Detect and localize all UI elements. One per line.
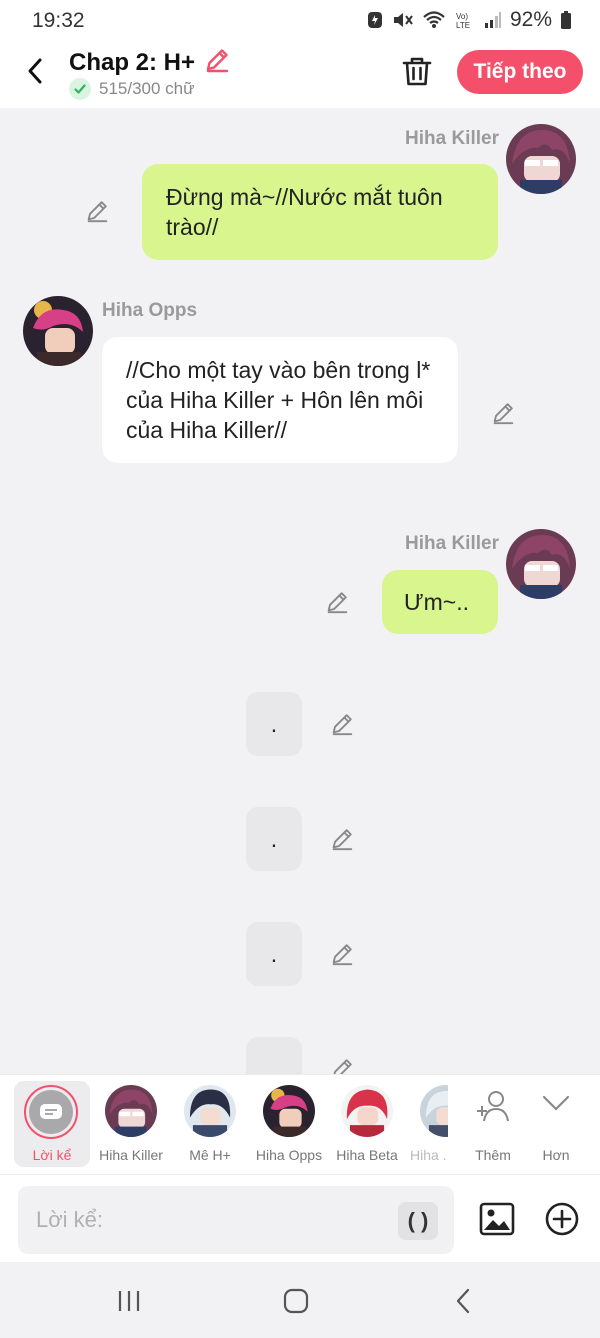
image-icon bbox=[479, 1202, 515, 1236]
volte-icon: Vo)LTE bbox=[456, 12, 470, 30]
title-row: Chap 2: H+ bbox=[69, 46, 231, 79]
edit-title-button[interactable] bbox=[203, 46, 231, 79]
add-button[interactable] bbox=[544, 1201, 580, 1237]
narration-bubble[interactable]: . bbox=[246, 1037, 302, 1074]
speaker-name: Hiha Killer bbox=[405, 533, 499, 554]
avatar bbox=[341, 1085, 393, 1137]
pencil-icon bbox=[493, 403, 514, 425]
chat-area[interactable]: Hiha Killer Đừng mà~//Nước mắt tuôn trào… bbox=[0, 108, 600, 1074]
status-time: 19:32 bbox=[32, 9, 85, 32]
narrator-tab[interactable]: Lời kể bbox=[14, 1081, 90, 1167]
chat-bubble-icon bbox=[40, 1104, 62, 1119]
character-hiha-opps[interactable]: Hiha Opps bbox=[250, 1075, 328, 1175]
more-label: Hơn bbox=[542, 1147, 570, 1163]
edit-message-button[interactable] bbox=[84, 198, 110, 224]
battery-icon bbox=[561, 11, 571, 29]
system-back-button[interactable] bbox=[450, 1287, 478, 1315]
character-label: Hiha Killer bbox=[99, 1147, 163, 1163]
data-saver-icon bbox=[367, 12, 382, 28]
avatar bbox=[420, 1085, 448, 1137]
edit-message-button[interactable] bbox=[329, 826, 355, 852]
pencil-icon bbox=[332, 714, 353, 736]
home-button[interactable] bbox=[282, 1287, 310, 1315]
trash-icon bbox=[402, 57, 432, 86]
avatar bbox=[263, 1085, 315, 1137]
edit-message-button[interactable] bbox=[329, 1056, 355, 1074]
wifi-icon bbox=[423, 11, 445, 28]
chevron-down-icon bbox=[542, 1095, 570, 1111]
edit-message-button[interactable] bbox=[329, 941, 355, 967]
character-me-h[interactable]: Mê H+ bbox=[171, 1075, 249, 1175]
narration-bubble[interactable]: . bbox=[246, 692, 302, 756]
svg-text:Vo): Vo) bbox=[456, 12, 468, 21]
action-parentheses-button[interactable]: ( ) bbox=[398, 1202, 438, 1240]
message-bubble[interactable]: Đừng mà~//Nước mắt tuôn trào// bbox=[142, 164, 498, 260]
recents-button[interactable] bbox=[115, 1287, 143, 1315]
edit-message-button[interactable] bbox=[329, 711, 355, 737]
speaker-name: Hiha Opps bbox=[102, 300, 198, 321]
image-button[interactable] bbox=[479, 1201, 515, 1237]
avatar bbox=[105, 1085, 157, 1137]
message-bubble[interactable]: Ưm~.. bbox=[382, 570, 498, 634]
pencil-icon bbox=[332, 944, 353, 966]
chapter-title: Chap 2: H+ bbox=[69, 48, 196, 76]
header: Chap 2: H+ 515/300 chữ Tiếp theo bbox=[0, 40, 600, 108]
character-hiha-beta[interactable]: Hiha Beta bbox=[328, 1075, 406, 1175]
home-icon bbox=[283, 1288, 309, 1314]
edit-message-button[interactable] bbox=[324, 589, 350, 615]
chevron-left-icon bbox=[28, 58, 42, 84]
pencil-icon bbox=[87, 201, 108, 223]
check-icon bbox=[69, 78, 91, 100]
pencil-icon bbox=[332, 829, 353, 851]
avatar[interactable] bbox=[23, 296, 93, 366]
narrator-label: Lời kể bbox=[32, 1147, 72, 1163]
back-button[interactable] bbox=[18, 54, 52, 88]
character-bar: Lời kể Hiha Killer Mê H+ Hiha Opps Hiha … bbox=[0, 1074, 600, 1174]
character-label: Hiha Beta bbox=[336, 1147, 398, 1163]
composer: ( ) bbox=[0, 1174, 600, 1262]
system-nav-bar bbox=[0, 1262, 600, 1338]
add-person-icon bbox=[477, 1091, 509, 1122]
battery-percent: 92% bbox=[509, 8, 552, 31]
svg-text:LTE: LTE bbox=[456, 21, 470, 30]
message-bubble[interactable]: //Cho một tay vào bên trong l* của Hiha … bbox=[102, 337, 458, 463]
status-bar: 19:32 Vo) LTE 92% bbox=[0, 0, 600, 40]
recents-icon bbox=[118, 1291, 140, 1311]
mute-icon bbox=[393, 13, 413, 27]
status-icons: Vo) LTE 92% bbox=[366, 8, 572, 32]
more-characters-button[interactable]: Hơn bbox=[517, 1075, 595, 1175]
edit-message-button[interactable] bbox=[490, 400, 516, 426]
character-hiha-killer[interactable]: Hiha Killer bbox=[92, 1075, 170, 1175]
character-label: Mê H+ bbox=[189, 1147, 231, 1163]
plus-circle-icon bbox=[545, 1202, 579, 1236]
narration-bubble[interactable]: . bbox=[246, 922, 302, 986]
word-count-text: 515/300 chữ bbox=[99, 79, 195, 98]
pencil-icon bbox=[327, 592, 348, 614]
pencil-icon bbox=[333, 1059, 352, 1074]
delete-button[interactable] bbox=[400, 54, 434, 88]
avatar bbox=[184, 1085, 236, 1137]
word-count: 515/300 chữ bbox=[69, 78, 195, 100]
message-input[interactable] bbox=[18, 1186, 454, 1254]
pencil-icon bbox=[206, 49, 229, 73]
speaker-name: Hiha Killer bbox=[405, 128, 499, 149]
narrator-ring bbox=[24, 1085, 78, 1139]
character-label: Hiha ... bbox=[410, 1147, 448, 1163]
avatar[interactable] bbox=[506, 529, 576, 599]
character-hiha-partial[interactable]: Hiha ... bbox=[398, 1075, 448, 1175]
character-label: Hiha Opps bbox=[255, 1147, 323, 1163]
avatar[interactable] bbox=[506, 124, 576, 194]
chevron-left-icon bbox=[456, 1288, 470, 1314]
next-button[interactable]: Tiếp theo bbox=[457, 50, 583, 94]
narration-bubble[interactable]: . bbox=[246, 807, 302, 871]
signal-icon bbox=[484, 12, 501, 28]
